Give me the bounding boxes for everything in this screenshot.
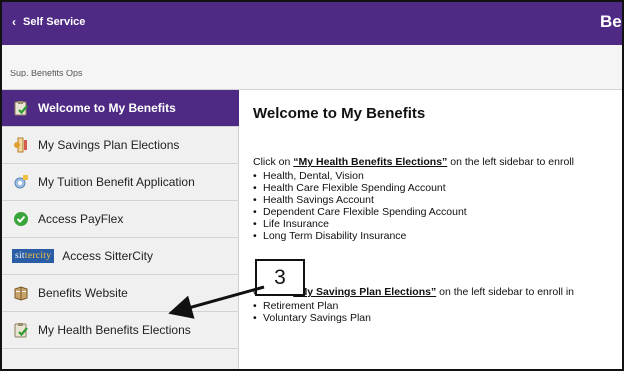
sub-header-bar: Sup. Benefits Ops <box>2 45 622 90</box>
page-name: Be <box>600 12 622 31</box>
main-content: Welcome to My Benefits Click on “My Heal… <box>240 90 622 369</box>
savings-elections-link[interactable]: “My Savings Plan Elections” <box>293 286 436 298</box>
sidebar-item-tuition[interactable]: My Tuition Benefit Application <box>2 164 239 201</box>
sidebar-item-label: Benefits Website <box>38 286 128 300</box>
sittercity-logo: sittercity <box>12 249 55 263</box>
step-callout-box: 3 <box>255 259 305 296</box>
sidebar-item-label: Access SitterCity <box>62 249 153 263</box>
sidebar-item-payflex[interactable]: Access PayFlex <box>2 201 239 238</box>
sidebar-item-label: My Health Benefits Elections <box>38 323 191 337</box>
sidebar-item-label: My Savings Plan Elections <box>38 138 180 152</box>
breadcrumb: Sup. Benefits Ops <box>10 70 83 77</box>
sidebar-item-benefits-website[interactable]: Benefits Website <box>2 275 239 312</box>
list-item: Life Insurance <box>253 218 467 230</box>
check-circle-icon <box>12 211 29 227</box>
gear-puzzle-icon <box>12 174 29 190</box>
list-item: Retirement Plan <box>253 300 371 312</box>
list-item: Long Term Disability Insurance <box>253 230 467 242</box>
savings-plans-list: Retirement Plan Voluntary Savings Plan <box>253 300 371 324</box>
clipboard-check-icon <box>12 322 29 338</box>
screenshot-frame: ‹ Self Service Be Sup. Benefits Ops Welc… <box>0 0 624 371</box>
top-bar: ‹ Self Service Be <box>2 2 622 45</box>
list-item: Voluntary Savings Plan <box>253 312 371 324</box>
list-item: Health, Dental, Vision <box>253 170 467 182</box>
sidebar-item-welcome[interactable]: Welcome to My Benefits <box>2 90 239 127</box>
list-item: Dependent Care Flexible Spending Account <box>253 206 467 218</box>
chevron-left-icon: ‹ <box>12 15 16 29</box>
list-item: Health Care Flexible Spending Account <box>253 182 467 194</box>
clipboard-check-icon <box>12 100 29 116</box>
sidebar-item-label: Welcome to My Benefits <box>38 101 176 115</box>
sidebar: Welcome to My Benefits My Savings Plan E… <box>2 90 239 369</box>
health-instructions: Click on “My Health Benefits Elections” … <box>253 156 574 168</box>
sidebar-item-savings-plan[interactable]: My Savings Plan Elections <box>2 127 239 164</box>
sidebar-item-sittercity[interactable]: sittercity Access SitterCity <box>2 238 239 275</box>
sidebar-item-label: Access PayFlex <box>38 212 124 226</box>
health-elections-link[interactable]: “My Health Benefits Elections” <box>293 156 447 168</box>
sidebar-item-label: My Tuition Benefit Application <box>38 175 195 189</box>
book-icon <box>12 285 29 301</box>
sidebar-item-health-elections[interactable]: My Health Benefits Elections <box>2 312 239 349</box>
page-title: Welcome to My Benefits <box>253 105 426 122</box>
health-benefits-list: Health, Dental, Vision Health Care Flexi… <box>253 170 467 242</box>
coins-icon <box>12 137 29 153</box>
back-link-label: Self Service <box>23 16 86 28</box>
list-item: Health Savings Account <box>253 194 467 206</box>
self-service-back-link[interactable]: ‹ Self Service <box>12 15 85 29</box>
